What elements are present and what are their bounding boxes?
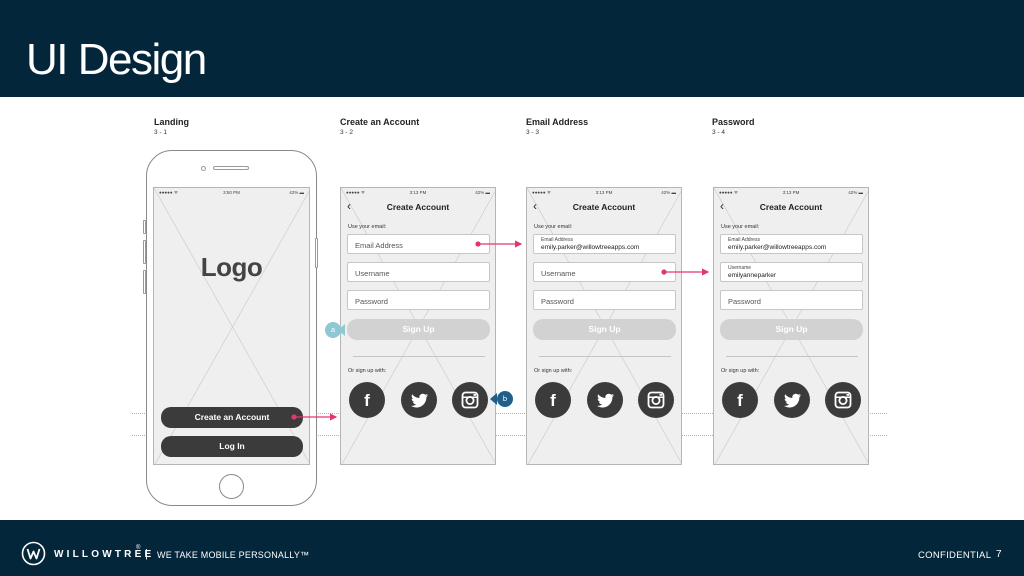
registered-mark: ® — [136, 545, 141, 551]
flow-arrows — [291, 240, 710, 421]
page-number: 7 — [996, 549, 1002, 560]
flow-arrow-email-to-next — [475, 240, 523, 248]
annotation-callout-a: a — [325, 322, 341, 338]
callout-b-pointer — [490, 393, 497, 405]
footer-separator: | — [145, 548, 148, 560]
slide: UI Design Landing 3 - 1 Create an Accoun… — [0, 0, 1024, 576]
annotation-callout-b: b — [497, 391, 513, 407]
willowtree-logo-icon — [21, 541, 46, 566]
confidential-label: CONFIDENTIAL — [918, 550, 992, 561]
footer-bar — [0, 520, 1024, 576]
flow-arrow-username-to-next — [661, 268, 710, 276]
brand-tagline: WE TAKE MOBILE PERSONALLY™ — [157, 550, 310, 560]
flow-arrow-create-to-form — [291, 413, 338, 421]
